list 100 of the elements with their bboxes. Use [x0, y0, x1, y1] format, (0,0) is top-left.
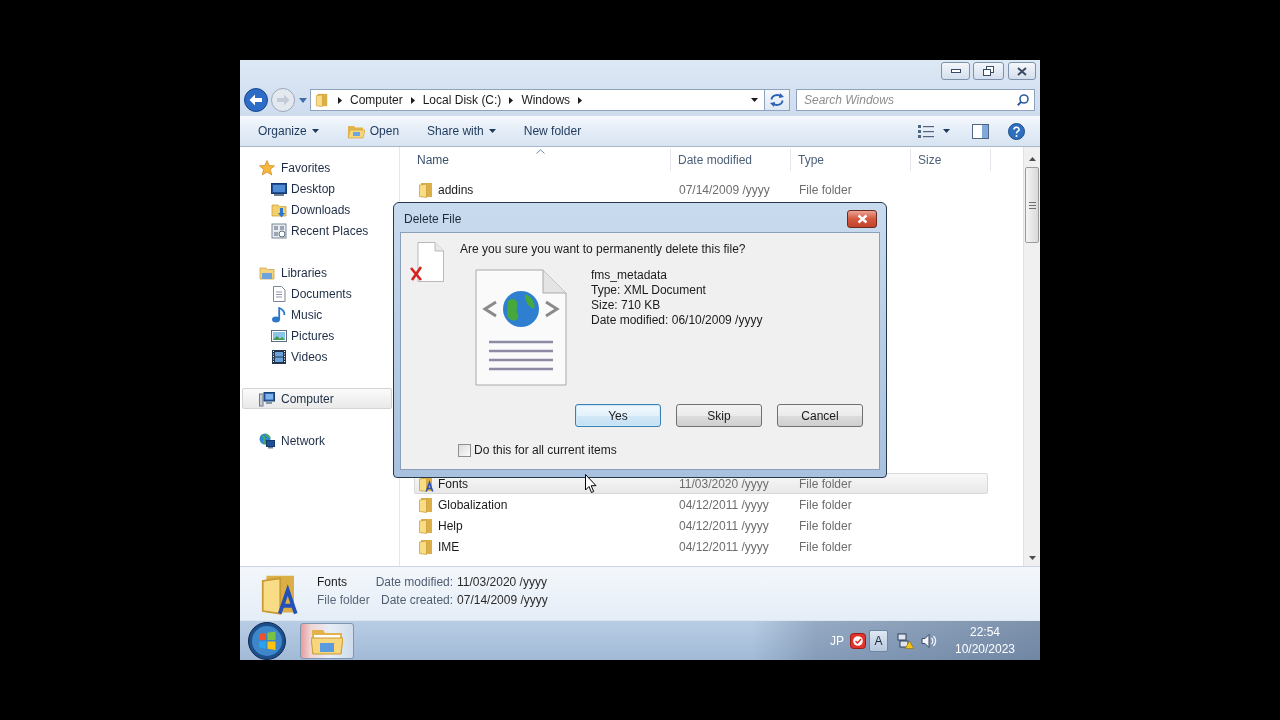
- details-file-name: Fonts: [317, 574, 348, 591]
- nav-item[interactable]: Documents: [242, 283, 392, 304]
- file-name: fms_metadata: [591, 268, 669, 283]
- chevron-right-icon[interactable]: [509, 96, 514, 104]
- close-button[interactable]: [847, 210, 877, 228]
- library-folder-icon: [259, 264, 275, 281]
- help-icon[interactable]: [1008, 122, 1025, 140]
- recent-places-icon: [271, 222, 287, 239]
- checkbox-label[interactable]: Do this for all current items: [474, 443, 617, 457]
- dialog-button[interactable]: Cancel: [777, 404, 863, 427]
- scroll-up-icon[interactable]: [1028, 156, 1036, 161]
- preview-pane-icon[interactable]: [972, 123, 989, 139]
- sort-caret-icon: [536, 149, 545, 154]
- file-row[interactable]: Help 04/12/2011 /yyyy File folder: [414, 515, 988, 536]
- nav-item[interactable]: Computer: [242, 388, 392, 409]
- address-bar[interactable]: Computer Local Disk (C:) Windows: [310, 89, 765, 111]
- folder-icon: [315, 93, 329, 107]
- breadcrumb-item[interactable]: Computer: [350, 93, 403, 107]
- folder-icon: [418, 181, 434, 198]
- column-header[interactable]: Type: [791, 149, 911, 171]
- start-orb-icon[interactable]: [248, 621, 286, 660]
- film-strip-icon: [271, 348, 287, 365]
- caret-icon[interactable]: [751, 98, 758, 102]
- network-icon: [259, 432, 275, 449]
- volume-icon[interactable]: [921, 632, 938, 649]
- file-type: File folder: [798, 539, 853, 554]
- taskbar-button[interactable]: [300, 622, 354, 659]
- scrollbar[interactable]: [1023, 147, 1040, 566]
- search-icon[interactable]: [1017, 94, 1029, 106]
- search-field[interactable]: Search Windows: [796, 89, 1035, 111]
- scroll-thumb[interactable]: [1025, 167, 1039, 243]
- refresh-icon: [769, 93, 785, 107]
- file-detail: Date modified: 06/10/2009 /yyyy: [591, 313, 763, 328]
- file-type: File folder: [798, 518, 853, 533]
- restore-button[interactable]: [973, 62, 1004, 80]
- nav-item[interactable]: Favorites: [242, 157, 392, 178]
- dialog-button[interactable]: Skip: [676, 404, 762, 427]
- minimize-icon: [950, 69, 961, 73]
- caret-icon: [311, 129, 319, 133]
- toolbar-button[interactable]: Organize: [250, 119, 327, 143]
- column-header[interactable]: Size: [911, 149, 991, 171]
- file-name: Fonts: [438, 476, 468, 491]
- file-type: File folder: [798, 182, 853, 197]
- computer-icon: [259, 390, 275, 407]
- nav-item[interactable]: Music: [242, 304, 392, 325]
- chevron-right-icon[interactable]: [578, 96, 583, 104]
- column-header[interactable]: Date modified: [671, 149, 791, 171]
- nav-item[interactable]: Network: [242, 430, 392, 451]
- file-row[interactable]: addins 07/14/2009 /yyyy File folder: [414, 179, 988, 200]
- file-detail: Size: 710 KB: [591, 298, 662, 313]
- ime-mode-indicator[interactable]: A: [869, 629, 888, 652]
- mouse-pointer-icon: [585, 474, 597, 493]
- folder-icon: [418, 496, 434, 513]
- picture-icon: [271, 327, 287, 344]
- dialog-button[interactable]: Yes: [575, 404, 661, 427]
- nav-item[interactable]: Desktop: [242, 178, 392, 199]
- star-icon: [259, 159, 275, 176]
- nav-item[interactable]: Recent Places: [242, 220, 392, 241]
- close-button[interactable]: [1008, 62, 1036, 80]
- property-value: 11/03/2020 /yyyy: [457, 574, 548, 591]
- property-label: Date created:: [381, 592, 454, 609]
- check-badge-icon[interactable]: [850, 632, 866, 649]
- file-detail: Type: XML Document: [591, 283, 707, 298]
- modified-date: 04/12/2011 /yyyy: [678, 518, 770, 533]
- open-folder-icon: [346, 123, 365, 139]
- breadcrumb-item[interactable]: Windows: [521, 93, 571, 107]
- file-delete-icon: [410, 242, 444, 282]
- file-name: addins: [438, 182, 474, 197]
- toolbar-button[interactable]: New folder: [515, 119, 590, 143]
- close-icon: [1017, 66, 1027, 76]
- toolbar-button[interactable]: Share with: [419, 119, 504, 143]
- monitor-icon: [271, 180, 287, 197]
- nav-item[interactable]: Pictures: [242, 325, 392, 346]
- music-note-icon: [271, 306, 287, 323]
- column-header[interactable]: Name: [410, 149, 671, 171]
- file-name: Help: [438, 518, 463, 533]
- refresh-button[interactable]: [765, 89, 790, 111]
- caret-icon[interactable]: [943, 129, 950, 133]
- xml-document-icon: [475, 269, 567, 386]
- nav-item[interactable]: Libraries: [242, 262, 392, 283]
- modified-date: 11/03/2020 /yyyy: [678, 476, 770, 491]
- file-row[interactable]: IME 04/12/2011 /yyyy File folder: [414, 536, 988, 557]
- caret-icon: [488, 129, 496, 133]
- network-warning-icon[interactable]: [897, 632, 914, 649]
- file-row[interactable]: Globalization 04/12/2011 /yyyy File folder: [414, 494, 988, 515]
- chevron-right-icon[interactable]: [410, 96, 415, 104]
- details-file-type: File folder: [317, 592, 370, 609]
- property-label: Date modified:: [375, 574, 454, 591]
- checkbox[interactable]: [458, 443, 471, 457]
- view-list-icon[interactable]: [918, 124, 934, 138]
- file-name: IME: [438, 539, 460, 554]
- nav-item[interactable]: Videos: [242, 346, 392, 367]
- toolbar-button[interactable]: Open: [338, 119, 408, 143]
- chevron-right-icon[interactable]: [338, 96, 342, 104]
- scroll-down-icon[interactable]: [1028, 555, 1036, 560]
- font-folder-icon: [259, 573, 299, 615]
- nav-item[interactable]: Downloads: [242, 199, 392, 220]
- folder-icon: [418, 538, 434, 555]
- breadcrumb-item[interactable]: Local Disk (C:): [422, 93, 502, 107]
- minimize-button[interactable]: [941, 62, 970, 80]
